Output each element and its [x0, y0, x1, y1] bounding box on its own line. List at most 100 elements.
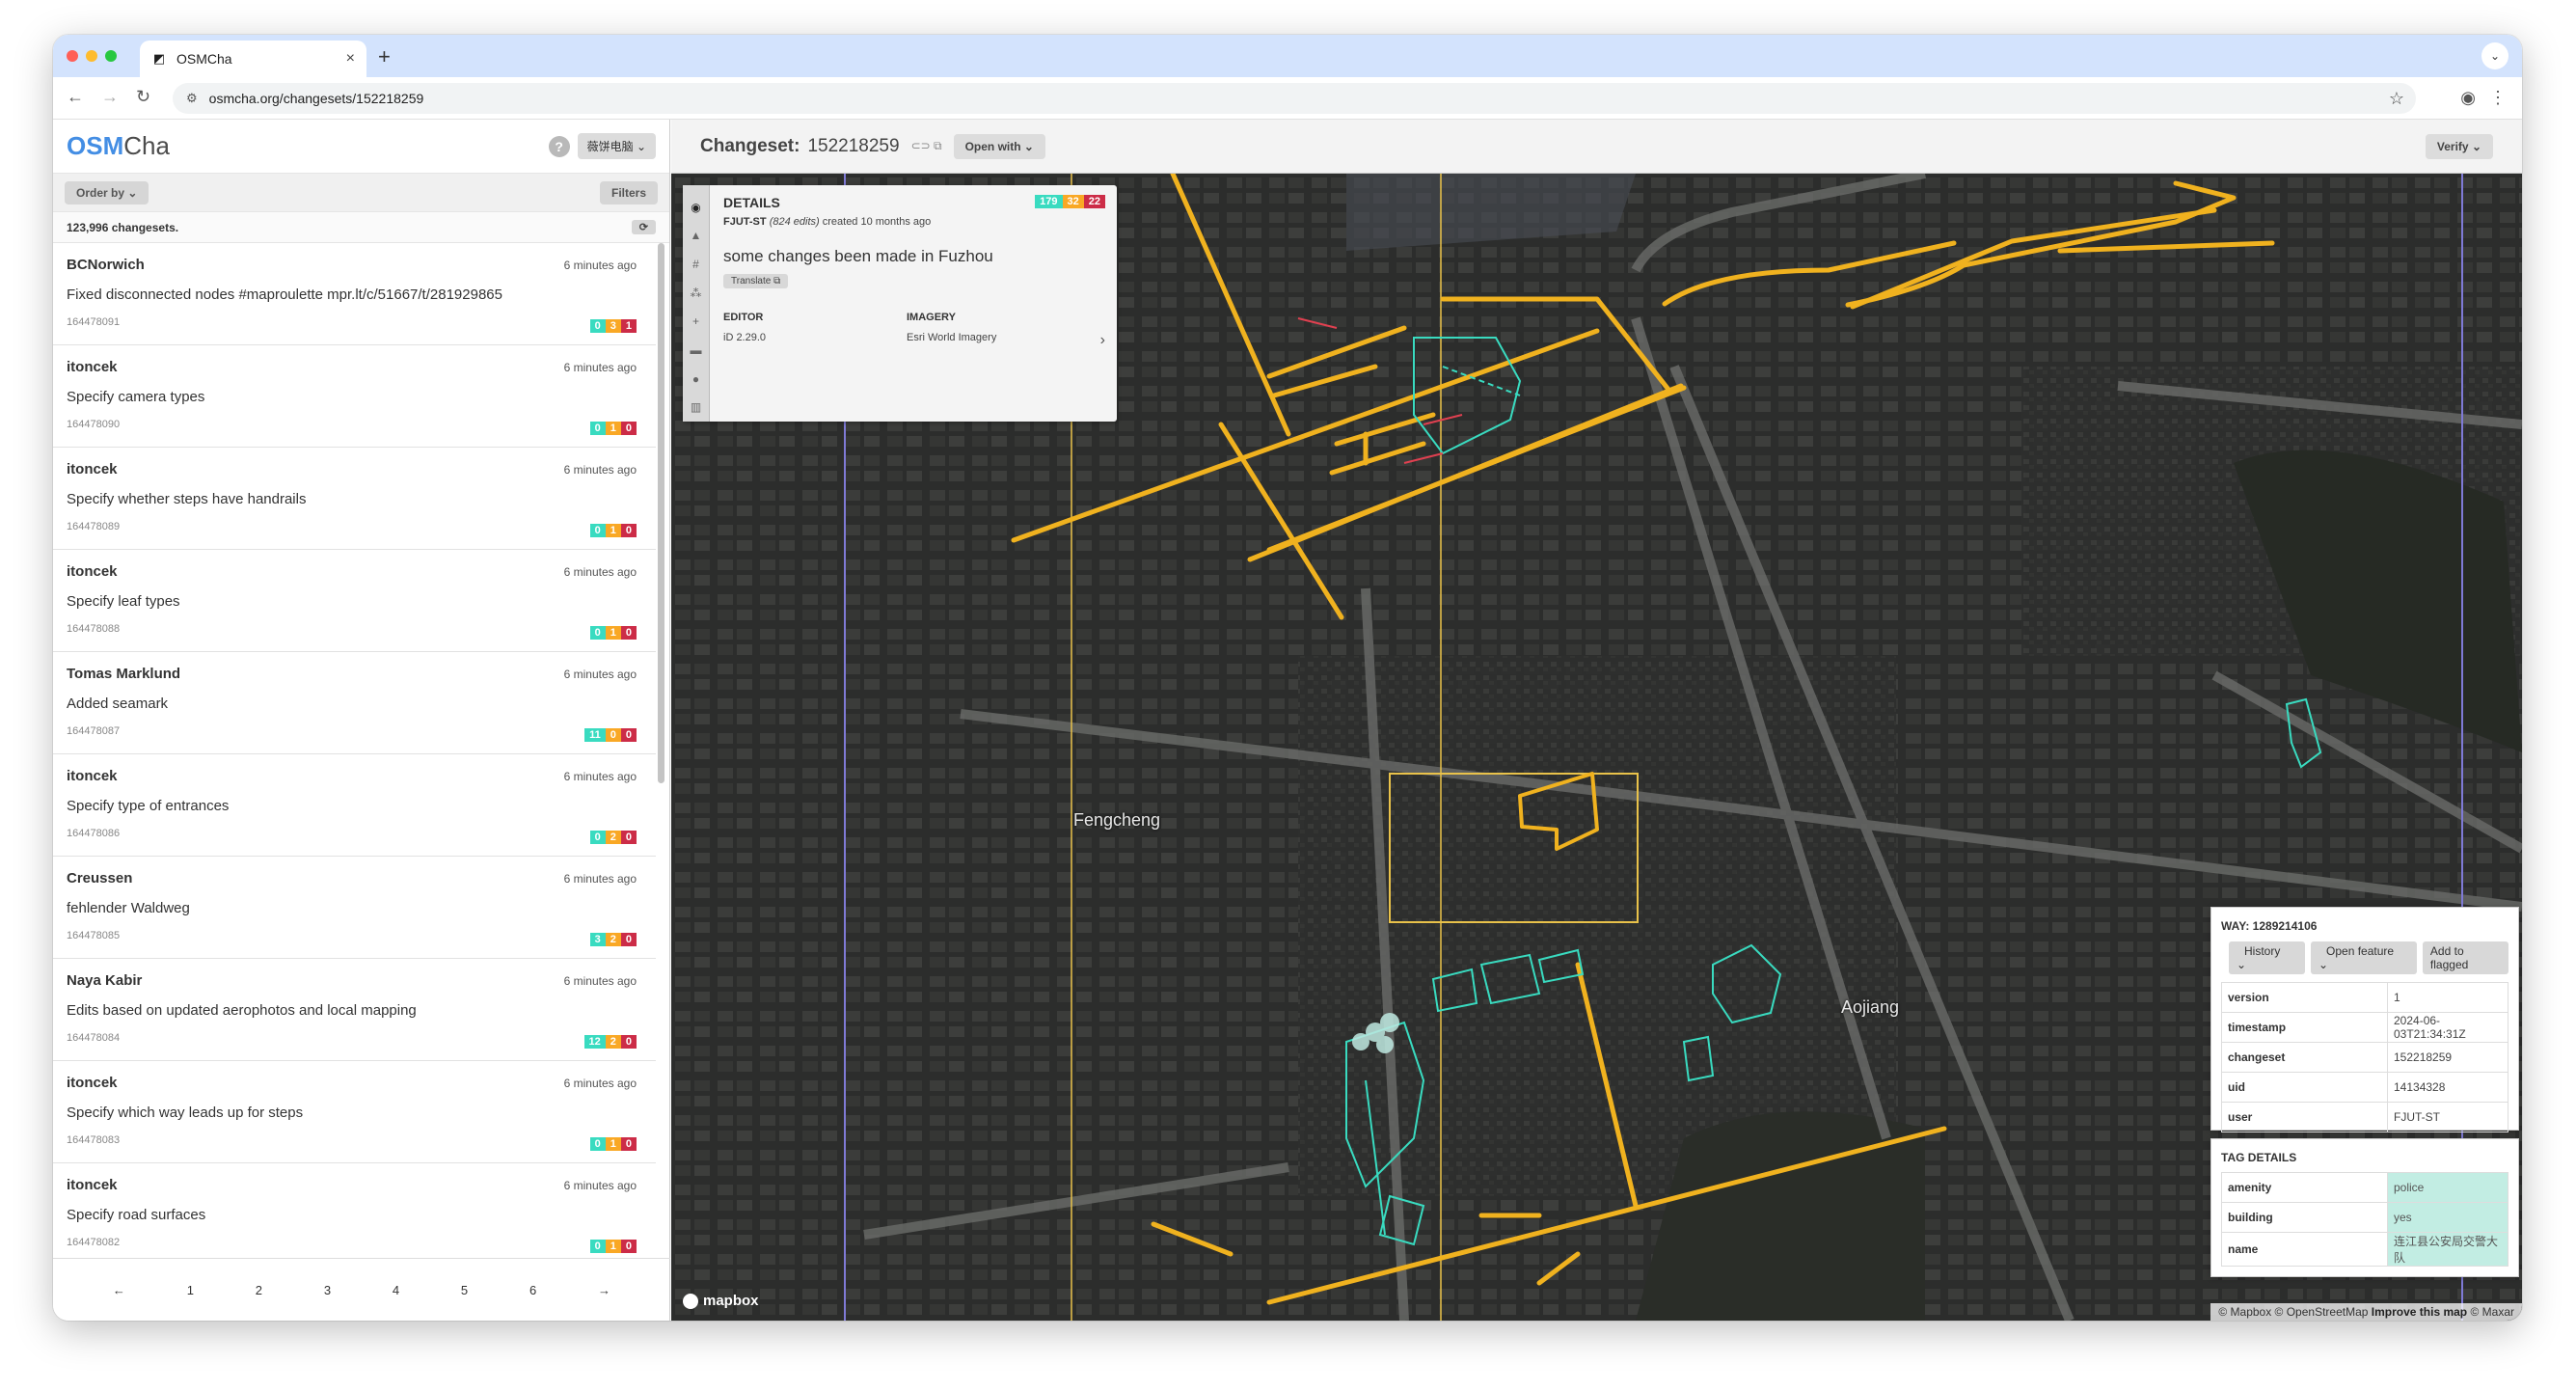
modify-count: 2	[605, 933, 621, 946]
user-menu-button[interactable]: 薇饼电脑 ⌄	[577, 133, 656, 159]
history-button[interactable]: History ⌄	[2229, 941, 2306, 974]
page-button[interactable]: 3	[324, 1283, 331, 1297]
attribution-copyright[interactable]: © Mapbox © OpenStreetMap	[2218, 1305, 2368, 1319]
osmcha-logo[interactable]: OSMCha	[67, 131, 170, 161]
reload-icon[interactable]: ↻	[136, 87, 150, 107]
minimize-window-button[interactable]	[86, 50, 97, 62]
change-counts: 320	[589, 933, 637, 946]
changeset-item[interactable]: itoncek 6 minutes ago Specify leaf types 16…	[53, 550, 656, 652]
comment-icon[interactable]: ▬	[691, 336, 702, 365]
modify-count: 1	[605, 524, 621, 537]
property-key: changeset	[2221, 1042, 2388, 1073]
modify-count: 1	[605, 1137, 621, 1151]
user-icon[interactable]: ●	[692, 365, 699, 394]
map-layers-icon[interactable]: ▥	[691, 393, 701, 422]
back-icon[interactable]: ←	[67, 87, 84, 107]
mapbox-logo[interactable]: mapbox	[683, 1293, 759, 1309]
profile-icon[interactable]: ◉	[2460, 88, 2476, 108]
map-attribution: © Mapbox © OpenStreetMap Improve this ma…	[2210, 1303, 2522, 1321]
map-label-fengcheng: Fengcheng	[1073, 810, 1161, 830]
eye-icon[interactable]: ◉	[691, 193, 700, 222]
page-button[interactable]: 5	[461, 1283, 468, 1297]
tab-search-icon[interactable]: ⌄	[2481, 42, 2508, 69]
page-button[interactable]: 1	[187, 1283, 194, 1297]
changeset-id-label: 164478082	[67, 1237, 121, 1248]
changeset-time: 6 minutes ago	[563, 361, 637, 374]
changeset-comment-preview: Specify camera types	[67, 389, 205, 405]
maximize-window-button[interactable]	[105, 50, 117, 62]
bookmark-star-icon[interactable]: ☆	[2389, 89, 2404, 109]
changeset-item[interactable]: itoncek 6 minutes ago Specify whether step…	[53, 448, 656, 550]
imagery-value: Esri World Imagery	[907, 332, 997, 343]
copy-link-icon[interactable]: ⊂⊃ ⧉	[911, 139, 942, 153]
imagery-label: IMAGERY	[907, 312, 956, 323]
address-bar[interactable]: ⚙ osmcha.org/changesets/152218259 ☆	[173, 83, 2416, 114]
property-key: building	[2221, 1202, 2388, 1233]
create-count: 0	[589, 1137, 606, 1151]
prev-page-button[interactable]: ←	[113, 1283, 125, 1297]
verify-label: Verify	[2436, 139, 2469, 153]
changeset-item[interactable]: BCNorwich 6 minutes ago Fixed disconnected…	[53, 243, 656, 345]
features-icon[interactable]: ⁂	[691, 279, 702, 308]
menu-kebab-icon[interactable]: ⋮	[2489, 88, 2507, 108]
changeset-time: 6 minutes ago	[563, 259, 637, 272]
translate-label: Translate	[731, 276, 772, 286]
page-button[interactable]: 6	[529, 1283, 536, 1297]
changeset-item[interactable]: itoncek 6 minutes ago Specify which way le…	[53, 1061, 656, 1163]
site-info-icon[interactable]: ⚙	[186, 91, 198, 106]
next-page-button[interactable]: →	[598, 1283, 610, 1297]
changeset-item[interactable]: Tomas Marklund 6 minutes ago Added seamark…	[53, 652, 656, 754]
changeset-item[interactable]: itoncek 6 minutes ago Specify type of entr…	[53, 754, 656, 857]
filters-button[interactable]: Filters	[599, 180, 658, 205]
details-edit-count: (824 edits)	[769, 216, 820, 228]
changeset-item[interactable]: Creussen 6 minutes ago fehlender Waldweg 16…	[53, 857, 656, 959]
create-count: 0	[589, 524, 606, 537]
flag-icon[interactable]: ▲	[691, 222, 702, 251]
changeset-id-label: 164478083	[67, 1134, 121, 1146]
verify-button[interactable]: Verify ⌄	[2425, 133, 2493, 159]
changeset-user: itoncek	[67, 461, 118, 477]
changeset-id-label: 164478090	[67, 419, 121, 430]
open-with-label: Open with	[964, 139, 1021, 153]
order-by-button[interactable]: Order by ⌄	[65, 180, 149, 205]
details-user-link[interactable]: FJUT-ST	[723, 216, 767, 228]
changeset-comment-preview: Specify whether steps have handrails	[67, 491, 307, 507]
page-button[interactable]: 2	[256, 1283, 262, 1297]
changeset-item[interactable]: itoncek 6 minutes ago Specify camera types…	[53, 345, 656, 448]
plus-icon[interactable]: +	[692, 308, 699, 337]
open-with-button[interactable]: Open with ⌄	[953, 133, 1045, 159]
osmcha-favicon-icon: ◩	[152, 51, 166, 66]
table-row: building yes	[2221, 1202, 2508, 1233]
changeset-list: BCNorwich 6 minutes ago Fixed disconnected…	[53, 243, 656, 1258]
improve-map-link[interactable]: Improve this map	[2372, 1305, 2467, 1319]
pagination: ← 1 2 3 4 5 6 →	[53, 1258, 670, 1321]
changeset-item[interactable]: Naya Kabir 6 minutes ago Edits based on up…	[53, 959, 656, 1061]
changeset-user: Tomas Marklund	[67, 666, 181, 682]
help-icon[interactable]: ?	[548, 135, 570, 157]
close-window-button[interactable]	[67, 50, 78, 62]
new-tab-icon[interactable]: +	[378, 44, 391, 69]
chevron-right-icon[interactable]: ›	[1100, 332, 1105, 349]
modify-count: 2	[605, 1035, 621, 1049]
forward-icon[interactable]: →	[101, 87, 119, 107]
list-scrollbar[interactable]	[658, 243, 664, 783]
page-button[interactable]: 4	[393, 1283, 399, 1297]
translate-button[interactable]: Translate ⧉	[723, 274, 789, 288]
map-view[interactable]: Fengcheng Aojiang ◉ ▲ # ⁂ + ▬ ● ▥ DETAIL…	[671, 174, 2522, 1321]
modify-count: 1	[605, 626, 621, 640]
attribution-maxar[interactable]: © Maxar	[2470, 1305, 2514, 1319]
hashtag-icon[interactable]: #	[692, 250, 699, 279]
changeset-time: 6 minutes ago	[563, 668, 637, 681]
panel-tab-bar: ◉ ▲ # ⁂ + ▬ ● ▥	[683, 185, 710, 422]
open-feature-button[interactable]: Open feature ⌄	[2311, 941, 2417, 974]
add-to-flagged-button[interactable]: Add to flagged	[2422, 941, 2509, 974]
delete-count: 0	[620, 422, 637, 435]
refresh-icon[interactable]: ⟳	[631, 220, 656, 234]
close-tab-icon[interactable]: ×	[346, 50, 355, 68]
tab-osmcha[interactable]: ◩ OSMCha ×	[140, 41, 366, 77]
changeset-comment-preview: Edits based on updated aerophotos and lo…	[67, 1002, 417, 1019]
table-row: name 连江县公安局交警大队	[2221, 1232, 2508, 1267]
changeset-comment: some changes been made in Fuzhou	[723, 247, 993, 265]
changeset-item[interactable]: itoncek 6 minutes ago Specify road surface…	[53, 1163, 656, 1258]
change-counts: 010	[589, 626, 637, 640]
